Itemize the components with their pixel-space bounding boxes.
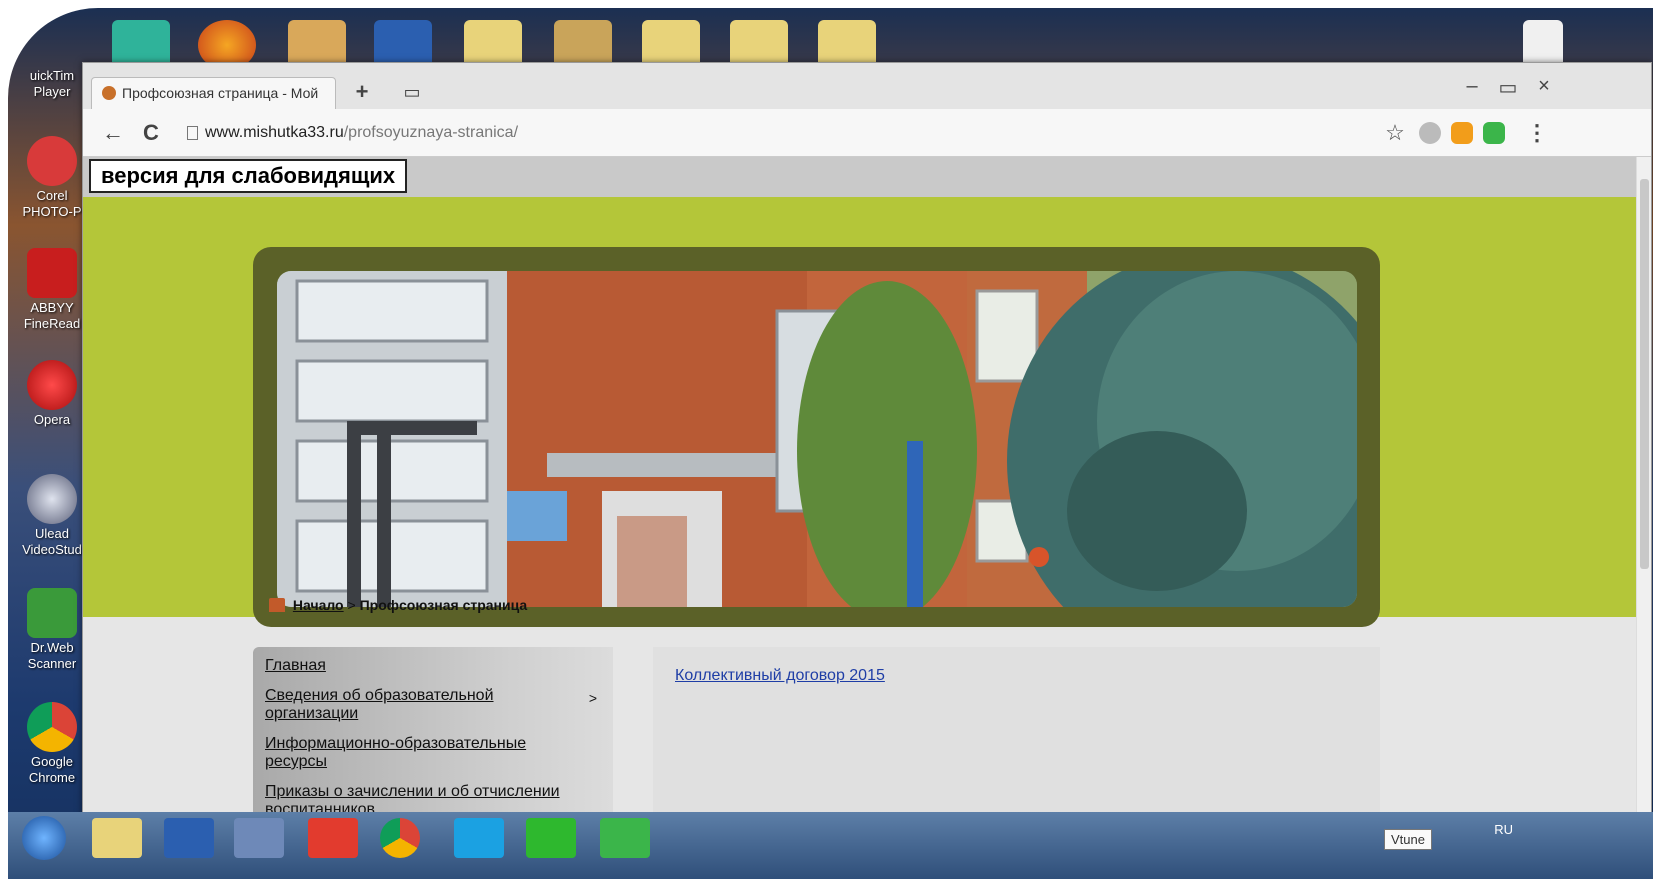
submenu-arrow-icon: > [588, 690, 597, 706]
extension-green-icon[interactable] [1483, 122, 1505, 144]
vertical-scrollbar[interactable] [1636, 157, 1651, 857]
browser-menu-icon[interactable]: ⋮ [1523, 119, 1551, 147]
menu-item-label: Информационно-образовательные ресурсы [265, 735, 527, 770]
page-viewport: версия для слабовидящих Начало > Профсою… [83, 157, 1638, 857]
maximize-button[interactable]: ▭ [1493, 75, 1523, 100]
menu-item-home[interactable]: Главная [265, 657, 585, 675]
desktop-icon-ulead[interactable]: Ulead VideoStud [16, 474, 88, 558]
page-icon [187, 126, 198, 140]
menu-item-resources[interactable]: Информационно-образовательные ресурсы [265, 735, 585, 771]
minimize-button[interactable]: – [1457, 75, 1487, 98]
header-frame [253, 247, 1380, 627]
abbyy-icon [27, 248, 77, 298]
desktop-icon-quicktime[interactable]: uickTim Player [16, 68, 88, 100]
collective-agreement-link[interactable]: Коллективный договор 2015 [675, 667, 885, 684]
menu-item-organization-info[interactable]: Сведения об образовательной организации … [265, 687, 597, 723]
browser-window: Профсоюзная страница - Мой + ▭ – ▭ × ← C… [82, 62, 1652, 857]
tab-overview-icon[interactable]: ▭ [399, 79, 425, 105]
word-taskbar-icon[interactable] [164, 818, 214, 858]
ulead-icon [27, 474, 77, 524]
menu-item-label: Сведения об образовательной организации [265, 687, 494, 722]
breadcrumb-current: Профсоюзная страница [359, 597, 528, 613]
language-indicator[interactable]: RU [1494, 822, 1513, 837]
desktop-icon-abbyy[interactable]: ABBYY FineRead [16, 248, 88, 332]
url-host: www.mishutka33.ru [205, 124, 344, 141]
accessibility-strip: версия для слабовидящих [83, 157, 1638, 197]
close-button[interactable]: × [1529, 75, 1559, 98]
new-tab-button[interactable]: + [349, 79, 375, 105]
url-path: /profsoyuznaya-stranica/ [343, 124, 519, 141]
scrollbar-thumb[interactable] [1640, 179, 1649, 569]
desktop-icon-opera[interactable]: Opera [16, 360, 88, 428]
breadcrumb-home-link[interactable]: Начало [293, 597, 344, 613]
upload-taskbar-icon[interactable] [600, 818, 650, 858]
breadcrumb-separator: > [347, 597, 356, 613]
chrome-icon [27, 702, 77, 752]
system-tray: RU [1494, 822, 1513, 837]
desktop-icon-drweb[interactable]: Dr.Web Scanner [16, 588, 88, 672]
building-photo-illustration [277, 271, 1357, 607]
desktop-icon-chrome[interactable]: Google Chrome [16, 702, 88, 786]
tray-tooltip: Vtune [1384, 829, 1432, 850]
header-area [83, 197, 1638, 627]
kindergarten-building-photo [277, 271, 1357, 607]
home-icon [269, 598, 285, 612]
drweb-icon [27, 588, 77, 638]
bookmark-star-icon[interactable]: ☆ [1381, 119, 1409, 147]
address-bar: ← C www.mishutka33.ru/profsoyuznaya-stra… [83, 109, 1651, 157]
vision-impaired-button[interactable]: версия для слабовидящих [89, 159, 408, 193]
explorer-taskbar-icon[interactable] [92, 818, 142, 858]
start-button[interactable] [22, 816, 66, 860]
skype-taskbar-icon[interactable] [454, 818, 504, 858]
opera-icon [27, 360, 77, 410]
url-input[interactable]: www.mishutka33.ru/profsoyuznaya-stranica… [187, 117, 1457, 149]
bear-favicon-icon [102, 86, 116, 100]
extension-grey-icon[interactable] [1419, 122, 1441, 144]
corel-icon [27, 136, 77, 186]
menu-item-label: Главная [265, 657, 326, 674]
desktop-icon-corel[interactable]: Corel PHOTO-P [16, 136, 88, 220]
chrome-taskbar-icon[interactable] [380, 818, 420, 858]
browser-tab[interactable]: Профсоюзная страница - Мой [91, 77, 336, 109]
breadcrumb: Начало > Профсоюзная страница [269, 597, 527, 613]
android-app-taskbar-icon[interactable] [526, 818, 576, 858]
media-player-taskbar-icon[interactable] [234, 818, 284, 858]
back-button[interactable]: ← [99, 119, 127, 147]
reload-button[interactable]: C [137, 119, 165, 147]
extension-orange-icon[interactable] [1451, 122, 1473, 144]
tab-title: Профсоюзная страница - Мой [122, 85, 319, 101]
desktop: uickTim Player Corel PHOTO-P ABBYY FineR… [8, 8, 1653, 879]
tab-bar: Профсоюзная страница - Мой + ▭ – ▭ × [83, 63, 1651, 109]
yandex-taskbar-icon[interactable] [308, 818, 358, 858]
